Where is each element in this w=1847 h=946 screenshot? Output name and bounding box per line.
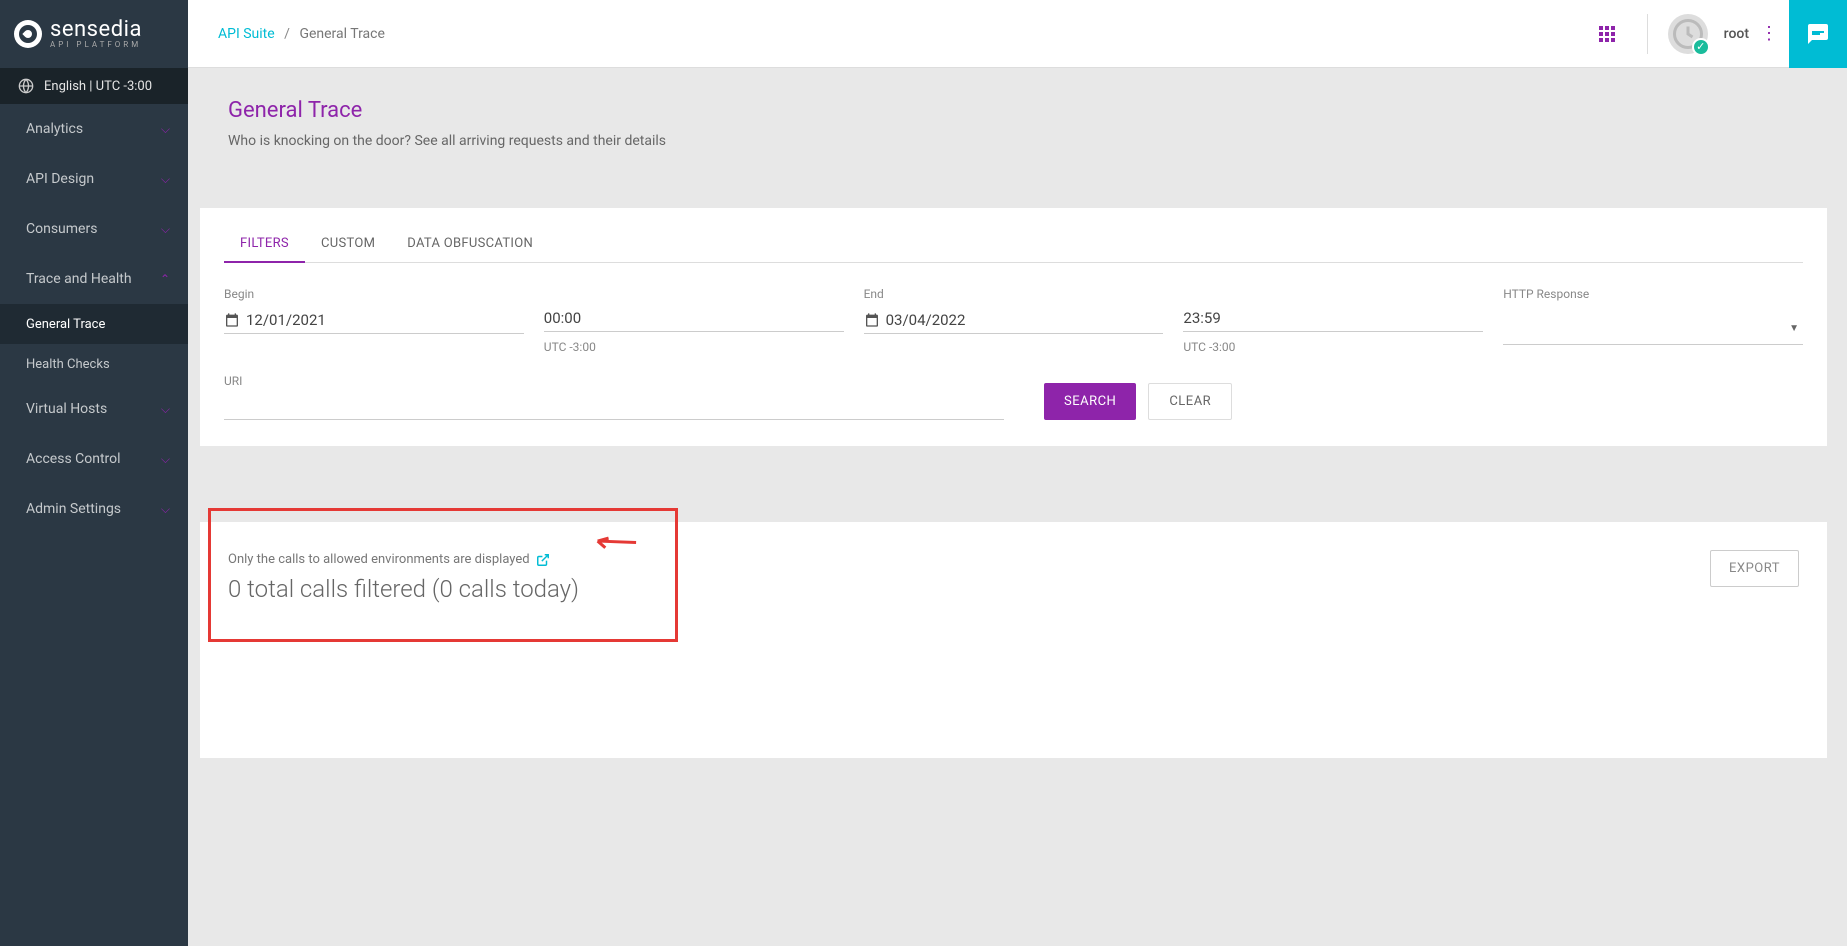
tab-data-obfuscation[interactable]: DATA OBFUSCATION	[391, 226, 549, 262]
chevron-down-icon: ⌵	[161, 222, 170, 237]
uri-label: URI	[224, 374, 1004, 388]
begin-time-value: 00:00	[544, 309, 581, 327]
http-response-field: HTTP Response ▼	[1503, 287, 1803, 354]
chevron-down-icon: ⌵	[161, 452, 170, 467]
sidebar-item-api-design[interactable]: API Design ⌵	[0, 154, 188, 204]
export-button[interactable]: EXPORT	[1710, 550, 1799, 587]
http-response-select[interactable]: ▼	[1503, 319, 1803, 345]
begin-time-field: 00:00 UTC -3:00	[544, 287, 844, 354]
sidebar-item-admin-settings[interactable]: Admin Settings ⌵	[0, 484, 188, 534]
chevron-down-icon: ⌵	[161, 122, 170, 137]
breadcrumb: API Suite / General Trace	[218, 26, 385, 42]
dropdown-caret-icon: ▼	[1789, 323, 1799, 334]
locale-selector[interactable]: English | UTC -3:00	[0, 68, 188, 104]
tab-filters[interactable]: FILTERS	[224, 226, 305, 263]
sidebar-item-label: Consumers	[26, 221, 97, 237]
sidebar-item-label: Access Control	[26, 451, 121, 467]
sidebar-item-label: API Design	[26, 171, 94, 187]
locale-label: English | UTC -3:00	[44, 79, 152, 94]
sidebar-item-label: Admin Settings	[26, 501, 121, 517]
chevron-down-icon: ⌵	[161, 402, 170, 417]
page-title: General Trace	[228, 98, 1807, 123]
breadcrumb-root[interactable]: API Suite	[218, 26, 275, 42]
page-subtitle: Who is knocking on the door? See all arr…	[228, 133, 1807, 149]
begin-date-input[interactable]: 12/01/2021	[224, 307, 524, 334]
kebab-menu-icon[interactable]: ⋮	[1749, 23, 1789, 44]
calendar-icon	[864, 312, 880, 328]
breadcrumb-separator: /	[284, 26, 290, 42]
sidebar-item-consumers[interactable]: Consumers ⌵	[0, 204, 188, 254]
sidebar-item-label: Health Checks	[26, 357, 110, 372]
chat-button[interactable]	[1789, 0, 1847, 68]
begin-tz: UTC -3:00	[544, 340, 844, 354]
environment-note-text: Only the calls to allowed environments a…	[228, 552, 530, 567]
uri-field: URI	[224, 374, 1004, 420]
logo[interactable]: sensedia API PLATFORM	[0, 0, 188, 68]
chevron-down-icon: ⌵	[161, 502, 170, 517]
clear-button[interactable]: CLEAR	[1148, 383, 1232, 420]
sidebar-item-label: Virtual Hosts	[26, 401, 107, 417]
calendar-icon	[224, 312, 240, 328]
result-count: 0 total calls filtered (0 calls today)	[228, 575, 1799, 603]
avatar[interactable]: ✓	[1668, 14, 1708, 54]
begin-time-input[interactable]: 00:00	[544, 305, 844, 332]
end-time-value: 23:59	[1183, 309, 1220, 327]
status-badge-check-icon: ✓	[1692, 38, 1710, 56]
environment-note: Only the calls to allowed environments a…	[228, 552, 1799, 567]
logo-brand: sensedia	[50, 19, 142, 41]
end-time-field: 23:59 UTC -3:00	[1183, 287, 1483, 354]
sidebar-sub-general-trace[interactable]: General Trace	[0, 304, 188, 344]
logo-mark-icon	[14, 20, 42, 48]
apps-grid-icon[interactable]	[1577, 0, 1637, 67]
sidebar-sub-health-checks[interactable]: Health Checks	[0, 344, 188, 384]
http-response-label: HTTP Response	[1503, 287, 1803, 301]
sidebar: sensedia API PLATFORM English | UTC -3:0…	[0, 0, 188, 946]
sidebar-item-virtual-hosts[interactable]: Virtual Hosts ⌵	[0, 384, 188, 434]
search-button[interactable]: SEARCH	[1044, 383, 1136, 420]
end-tz: UTC -3:00	[1183, 340, 1483, 354]
topbar: API Suite / General Trace ✓ root ⋮	[188, 0, 1847, 68]
begin-date-field: Begin 12/01/2021	[224, 287, 524, 354]
chevron-up-icon: ⌃	[160, 272, 170, 286]
sidebar-item-trace-health[interactable]: Trace and Health ⌃	[0, 254, 188, 304]
end-date-field: End 03/04/2022	[864, 287, 1164, 354]
logo-subtitle: API PLATFORM	[50, 41, 142, 49]
end-time-input[interactable]: 23:59	[1183, 305, 1483, 332]
sidebar-item-label: Analytics	[26, 121, 83, 137]
sidebar-item-label: Trace and Health	[26, 271, 132, 287]
breadcrumb-current: General Trace	[299, 26, 384, 42]
tabs: FILTERS CUSTOM DATA OBFUSCATION	[224, 226, 1803, 263]
end-date-input[interactable]: 03/04/2022	[864, 307, 1164, 334]
sidebar-item-label: General Trace	[26, 317, 105, 332]
username: root	[1724, 26, 1749, 42]
sidebar-item-analytics[interactable]: Analytics ⌵	[0, 104, 188, 154]
page-header: General Trace Who is knocking on the doo…	[188, 68, 1847, 175]
uri-input[interactable]	[224, 394, 1004, 420]
chevron-down-icon: ⌵	[161, 172, 170, 187]
divider	[1647, 14, 1648, 54]
begin-label: Begin	[224, 287, 524, 301]
end-label: End	[864, 287, 1164, 301]
end-date-value: 03/04/2022	[886, 311, 966, 329]
begin-date-value: 12/01/2021	[246, 311, 326, 329]
results-panel: Only the calls to allowed environments a…	[200, 522, 1827, 758]
sidebar-item-access-control[interactable]: Access Control ⌵	[0, 434, 188, 484]
globe-icon	[18, 78, 34, 94]
filter-panel: FILTERS CUSTOM DATA OBFUSCATION Begin 12…	[200, 208, 1827, 446]
tab-custom[interactable]: CUSTOM	[305, 226, 391, 262]
external-link-icon[interactable]	[536, 553, 550, 567]
